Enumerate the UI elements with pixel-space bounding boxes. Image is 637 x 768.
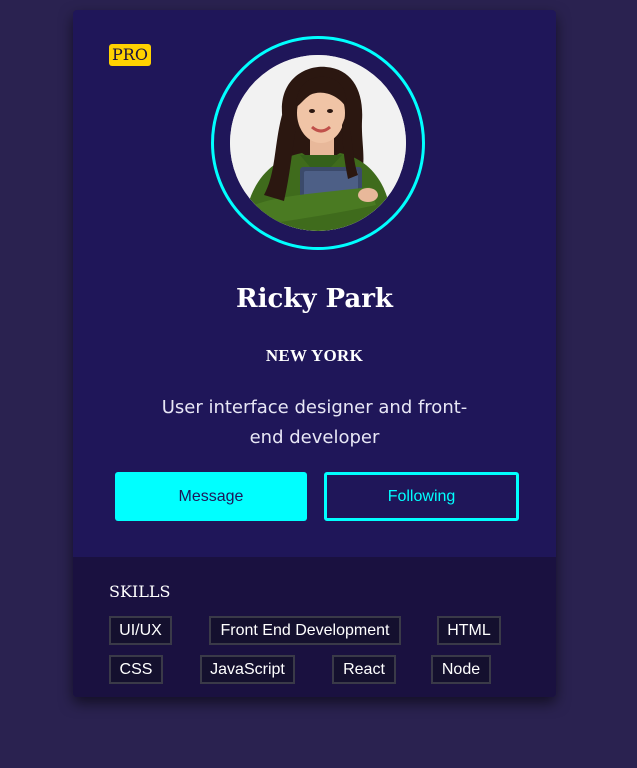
profile-bio: User interface designer and front-end de…: [161, 397, 468, 448]
following-button[interactable]: Following: [324, 472, 519, 521]
skill-tag-front-end-development: Front End Development: [209, 616, 401, 645]
skill-tag-css: CSS: [109, 655, 163, 684]
skill-tag-javascript: JavaScript: [200, 655, 295, 684]
message-button[interactable]: Message: [115, 472, 307, 521]
avatar: [230, 55, 406, 231]
profile-name: Ricky Park: [236, 284, 393, 314]
skill-tag-react: React: [332, 655, 396, 684]
skills-panel: SKILLS UI/UX Front End Development HTML …: [73, 557, 556, 697]
avatar-ring: [211, 36, 425, 250]
profile-card: PRO Ricky Park NEW YORK User interface d…: [73, 10, 556, 697]
skill-tag-node: Node: [431, 655, 491, 684]
skill-tag-html: HTML: [437, 616, 501, 645]
pro-badge: PRO: [109, 44, 151, 66]
profile-location: NEW YORK: [265, 346, 364, 365]
avatar-photo: [230, 55, 406, 231]
skill-tag-uiux: UI/UX: [109, 616, 172, 645]
skills-title: SKILLS: [109, 582, 171, 601]
